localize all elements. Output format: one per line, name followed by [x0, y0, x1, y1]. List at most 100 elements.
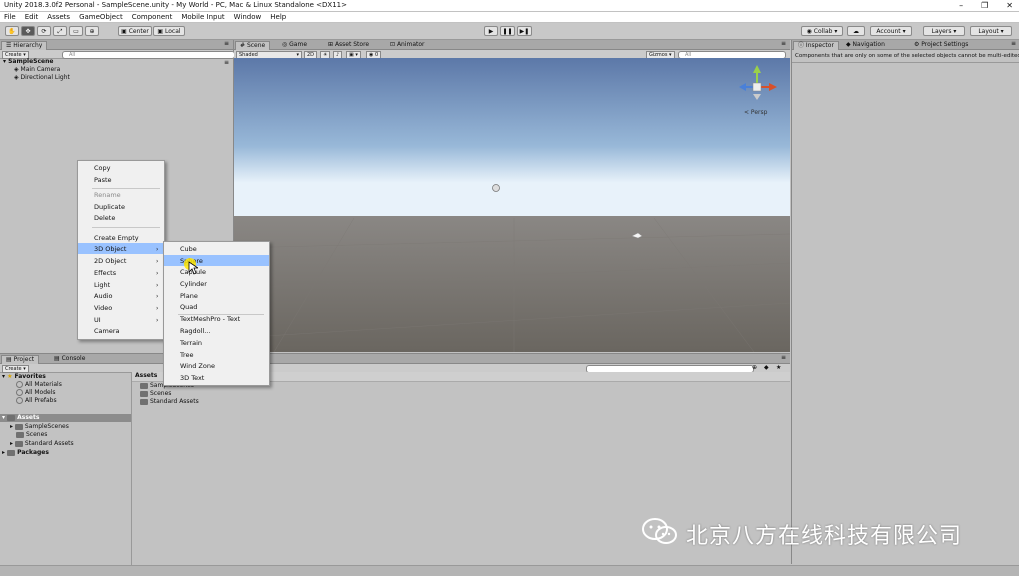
pause-button[interactable]: ❚❚ — [500, 26, 515, 36]
menu-window[interactable]: Window — [234, 12, 262, 22]
menu-item-cylinder[interactable]: Cylinder — [180, 279, 207, 289]
menu-item-plane[interactable]: Plane — [180, 291, 198, 301]
filter-label-icon[interactable]: ◆ — [764, 364, 769, 371]
project-tabstrip: ▤ Project ▤ Console ≡ — [0, 354, 790, 364]
favorite-item[interactable]: All Materials — [16, 381, 62, 389]
tab-game[interactable]: ◎ Game — [278, 41, 311, 49]
folder-label: Scenes — [26, 431, 48, 438]
menu-item-create-empty[interactable]: Create Empty — [94, 233, 139, 243]
menu-item-audio[interactable]: Audio — [94, 291, 112, 301]
minimize-button[interactable]: – — [959, 0, 963, 11]
account-button[interactable]: Account ▾ — [870, 26, 912, 36]
menu-help[interactable]: Help — [270, 12, 286, 22]
favorite-item[interactable]: All Prefabs — [16, 397, 57, 405]
inspector-message: Components that are only on some of the … — [795, 53, 1019, 59]
scene-root-row[interactable]: ▾ SampleScene — [3, 58, 53, 66]
menu-item-effects[interactable]: Effects — [94, 268, 116, 278]
asset-folder-row[interactable]: ▸ Standard Assets — [10, 440, 74, 448]
scene-viewport[interactable]: < Persp — [233, 58, 791, 353]
tab-animator[interactable]: ⊡ Animator — [386, 41, 429, 49]
menu-gameobject[interactable]: GameObject — [79, 12, 123, 22]
packages-row[interactable]: ▸ Packages — [2, 449, 49, 457]
favorites-row[interactable]: ▾ ★ Favorites — [2, 373, 46, 381]
menu-item-tree[interactable]: Tree — [180, 350, 194, 360]
tab-scene[interactable]: # Scene — [235, 41, 271, 50]
window-controls: – ❐ ✕ — [959, 0, 1013, 11]
panel-menu-icon[interactable]: ≡ — [224, 40, 229, 47]
rotate-tool-icon[interactable]: ⟳ — [37, 26, 51, 36]
menu-item-3d-text[interactable]: 3D Text — [180, 373, 204, 383]
hierarchy-item[interactable]: ◈ Main Camera — [14, 66, 60, 74]
menu-item-camera[interactable]: Camera — [94, 326, 120, 336]
transform-tool-icon[interactable]: ⊕ — [85, 26, 99, 36]
assets-row[interactable]: ▾ Assets — [2, 414, 39, 422]
tab-console[interactable]: ▤ Console — [50, 355, 89, 363]
menu-item-delete[interactable]: Delete — [94, 213, 115, 223]
tab-navigation[interactable]: ◆ Navigation — [842, 41, 889, 49]
menu-item-2d-object[interactable]: 2D Object — [94, 256, 126, 266]
menu-item-light[interactable]: Light — [94, 280, 110, 290]
cloud-icon[interactable]: ☁ — [847, 26, 865, 36]
menu-item-ui[interactable]: UI — [94, 315, 101, 325]
layers-dropdown[interactable]: Layers ▾ — [923, 26, 965, 36]
menu-component[interactable]: Component — [132, 12, 173, 22]
panel-menu-icon[interactable]: ≡ — [781, 40, 786, 47]
rect-tool-icon[interactable]: ▭ — [69, 26, 83, 36]
chevron-right-icon: › — [156, 282, 159, 289]
menu-assets[interactable]: Assets — [47, 12, 70, 22]
animator-tab-label: Animator — [396, 41, 425, 48]
asset-folder-row[interactable]: Scenes — [16, 431, 47, 439]
scale-tool-icon[interactable]: ⤢ — [53, 26, 67, 36]
favorite-star-icon[interactable]: ★ — [776, 364, 781, 371]
panel-menu-icon[interactable]: ≡ — [1011, 40, 1016, 47]
hierarchy-search-input[interactable]: All — [62, 51, 235, 59]
collab-button[interactable]: ◉ Collab ▾ — [801, 26, 843, 36]
tab-hierarchy[interactable]: ☰ Hierarchy — [1, 41, 48, 50]
menu-item-terrain[interactable]: Terrain — [180, 338, 202, 348]
menu-item-quad[interactable]: Quad — [180, 302, 197, 312]
scene-gizmo-icon[interactable]: < Persp — [732, 62, 782, 118]
menu-item-wind-zone[interactable]: Wind Zone — [180, 361, 215, 371]
menu-item-3d-object[interactable]: 3D Object — [94, 244, 126, 254]
step-button[interactable]: ▶❚ — [517, 26, 532, 36]
menu-item-video[interactable]: Video — [94, 303, 112, 313]
hierarchy-item-label: Main Camera — [20, 66, 61, 73]
collab-label: Collab — [813, 28, 833, 35]
layout-dropdown[interactable]: Layout ▾ — [970, 26, 1012, 36]
pivot-center-button[interactable]: ▣ Center — [118, 26, 152, 36]
content-item[interactable]: Scenes — [140, 390, 171, 398]
move-tool-icon[interactable]: ✥ — [21, 26, 35, 36]
tab-project-settings[interactable]: ⚙ Project Settings — [910, 41, 972, 49]
hierarchy-item-label: Directional Light — [20, 74, 70, 81]
hierarchy-item[interactable]: ◈ Directional Light — [14, 74, 70, 82]
pivot-label: Center — [128, 28, 149, 35]
menu-file[interactable]: File — [4, 12, 16, 22]
panel-menu-icon[interactable]: ≡ — [781, 354, 786, 361]
menu-mobile-input[interactable]: Mobile Input — [181, 12, 224, 22]
content-item[interactable]: Standard Assets — [140, 398, 199, 406]
menu-item-ragdoll[interactable]: Ragdoll... — [180, 326, 210, 336]
tab-project[interactable]: ▤ Project — [1, 355, 40, 364]
scene-menu-icon[interactable]: ≡ — [224, 59, 229, 66]
menu-item-duplicate[interactable]: Duplicate — [94, 202, 125, 212]
navigation-tab-label: Navigation — [852, 41, 885, 48]
search-icon — [16, 389, 23, 396]
play-button[interactable]: ▶ — [484, 26, 498, 36]
layers-label: Layers — [931, 28, 952, 35]
breadcrumb-assets[interactable]: Assets — [135, 372, 157, 380]
tab-inspector[interactable]: ⓘ Inspector — [793, 41, 839, 50]
sun-icon — [492, 184, 500, 192]
menu-item-cube[interactable]: Cube — [180, 244, 197, 254]
handle-local-button[interactable]: ▣ Local — [153, 26, 185, 36]
hand-tool-icon[interactable]: ✋ — [5, 26, 19, 36]
maximize-button[interactable]: ❐ — [981, 0, 988, 11]
menu-item-copy[interactable]: Copy — [94, 163, 111, 173]
close-button[interactable]: ✕ — [1006, 0, 1013, 11]
menu-item-textmeshpro[interactable]: TextMeshPro - Text — [180, 314, 240, 324]
menu-item-paste[interactable]: Paste — [94, 175, 112, 185]
asset-folder-row[interactable]: ▸ SampleScenes — [10, 423, 69, 431]
tab-asset-store[interactable]: ⊞ Asset Store — [324, 41, 373, 49]
menu-edit[interactable]: Edit — [25, 12, 39, 22]
favorite-item[interactable]: All Models — [16, 389, 56, 397]
filter-type-icon[interactable]: ⊕ — [752, 364, 757, 371]
